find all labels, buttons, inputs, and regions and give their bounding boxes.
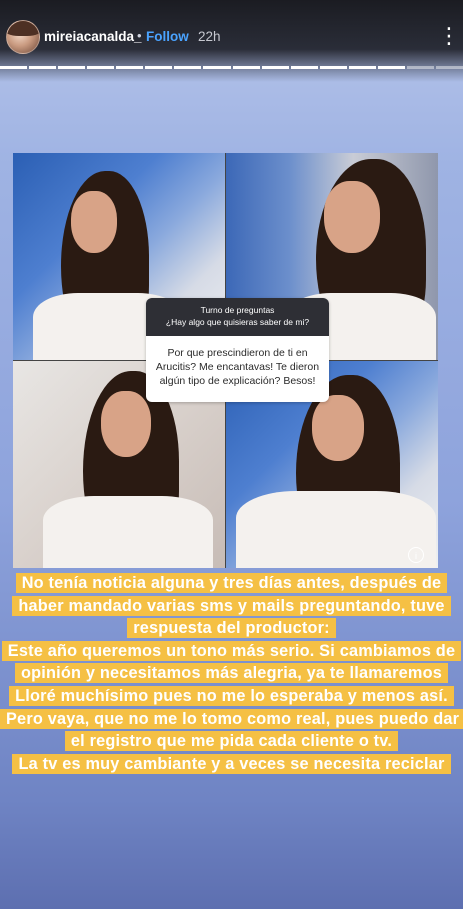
progress-segment xyxy=(174,66,202,69)
story-header: mireiacanalda_ • Follow 22h ⋮ xyxy=(0,0,463,82)
progress-segment xyxy=(116,66,144,69)
progress-segment xyxy=(261,66,289,69)
progress-segment xyxy=(87,66,115,69)
more-vertical-icon[interactable]: ⋮ xyxy=(437,21,461,51)
progress-segment xyxy=(319,66,347,69)
progress-segment xyxy=(348,66,376,69)
caption-paragraph: Este año queremos un tono más serio. Si … xyxy=(1,640,462,684)
caption-paragraph: Lloré muchísimo pues no me lo esperaba y… xyxy=(9,685,454,706)
caption-paragraph: La tv es muy cambiante y a veces se nece… xyxy=(12,753,451,774)
progress-segment xyxy=(0,66,28,69)
question-subtitle: ¿Hay algo que quisieras saber de mi? xyxy=(165,317,310,327)
caption-paragraph: Pero vaya, que no me lo tomo como real, … xyxy=(0,708,463,752)
progress-segment xyxy=(377,66,405,69)
story-progress-bar xyxy=(0,66,463,69)
question-title: Turno de preguntas xyxy=(200,305,275,315)
caption-paragraph: No tenía noticia alguna y tres días ante… xyxy=(12,573,451,639)
progress-segment xyxy=(203,66,231,69)
progress-segment xyxy=(406,66,434,69)
progress-segment xyxy=(145,66,173,69)
progress-segment xyxy=(232,66,260,69)
username[interactable]: mireiacanalda_ xyxy=(44,29,142,44)
question-sticker: Turno de preguntas ¿Hay algo que quisier… xyxy=(146,298,329,402)
question-answer: Por que prescindieron de ti en Arucitis?… xyxy=(155,347,320,387)
progress-segment xyxy=(435,66,463,69)
separator-dot: • xyxy=(137,28,142,43)
timestamp: 22h xyxy=(198,29,221,44)
follow-button[interactable]: Follow xyxy=(146,29,189,44)
progress-segment xyxy=(29,66,57,69)
info-icon[interactable]: i xyxy=(408,547,424,563)
progress-segment xyxy=(58,66,86,69)
progress-segment xyxy=(290,66,318,69)
avatar[interactable] xyxy=(6,20,40,54)
story-caption: No tenía noticia alguna y tres días ante… xyxy=(0,572,463,775)
question-sticker-header: Turno de preguntas ¿Hay algo que quisier… xyxy=(146,298,329,336)
